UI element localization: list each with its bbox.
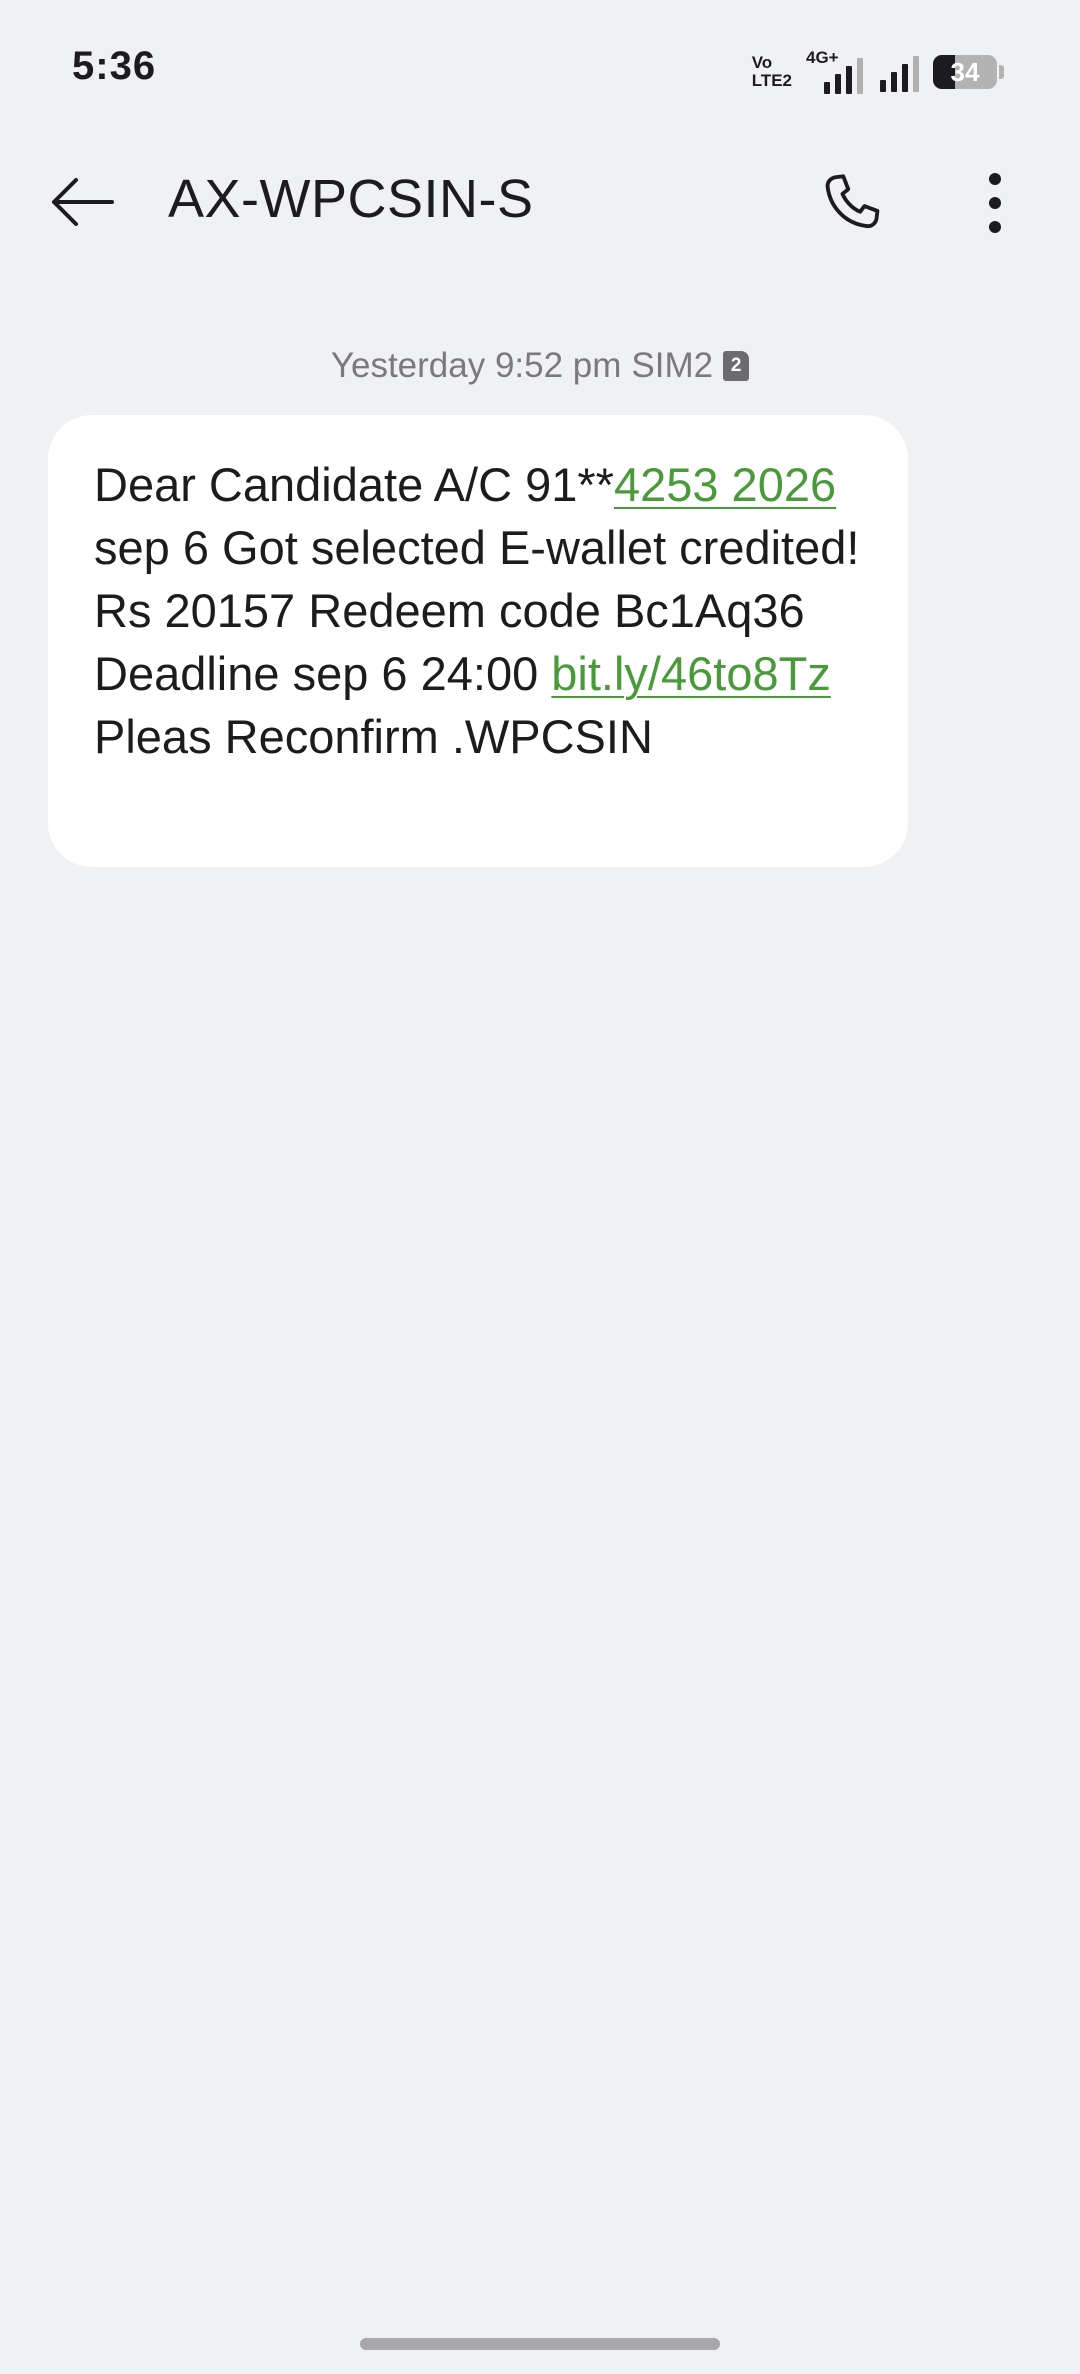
signal-icon [824,54,863,94]
more-vert-icon [989,173,1001,233]
conversation-title: AX-WPCSIN-S [168,169,534,229]
more-options-button[interactable] [950,158,1040,248]
app-bar: AX-WPCSIN-S [0,140,1080,260]
volte-indicator: Vo LTE2 [752,54,792,90]
status-bar: 5:36 Vo LTE2 4G+ 34 [0,0,1080,140]
network-4g-indicator: 4G+ [806,48,866,94]
battery-icon: 34 [933,55,997,89]
signal-icon-sim2 [880,52,919,92]
battery-percent: 34 [950,56,980,87]
status-time: 5:36 [72,44,157,88]
status-icons: Vo LTE2 4G+ 34 [752,48,1004,96]
home-indicator[interactable] [360,2338,720,2350]
phone-number-link[interactable]: 4253 2026 [614,458,836,511]
message-timestamp: Yesterday 9:52 pm [330,346,622,385]
message-text-part-3: Pleas Reconfirm .WPCSIN [94,710,653,763]
volte-bottom-label: LTE2 [751,71,792,90]
url-link[interactable]: bit.ly/46to8Tz [551,647,831,700]
call-button[interactable] [806,158,896,248]
message-bubble[interactable]: Dear Candidate A/C 91**4253 2026 sep 6 G… [48,415,908,867]
arrow-left-icon [52,178,114,226]
phone-icon [825,174,880,229]
message-text-part-1: Dear Candidate A/C 91** [94,458,614,511]
sim-label: SIM2 [631,346,714,385]
message-timestamp-row: Yesterday 9:52 pm SIM2 2 [0,346,1080,386]
back-button[interactable] [40,160,124,244]
sim-card-icon: 2 [723,351,750,381]
battery-tip [999,65,1004,79]
volte-top-label: Vo [751,53,773,72]
